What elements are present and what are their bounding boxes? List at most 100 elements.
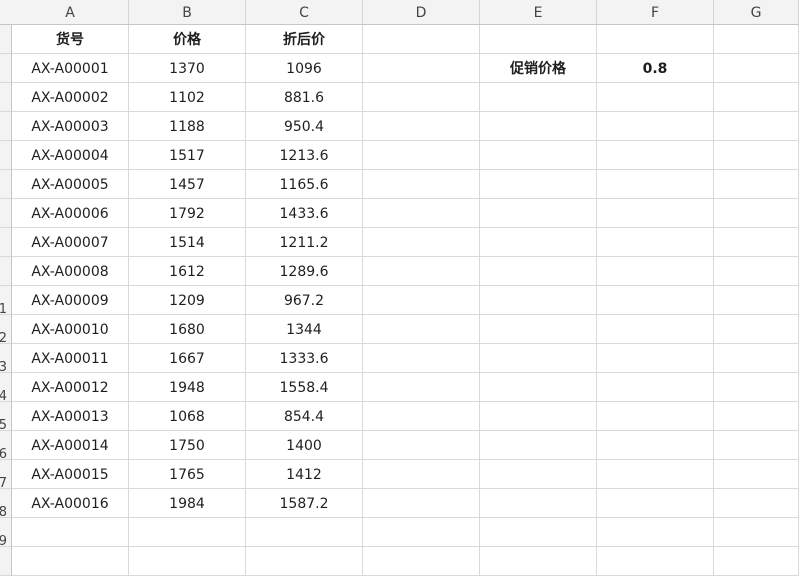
column-header-f[interactable]: F — [597, 0, 714, 24]
row-header-16[interactable]: 7 — [0, 460, 12, 489]
discounted-price-cell[interactable]: 1412 — [246, 460, 363, 489]
cell-f14[interactable] — [597, 402, 714, 431]
row-header-12[interactable]: 3 — [0, 344, 12, 373]
price-cell[interactable]: 1457 — [129, 170, 246, 199]
cell-f19[interactable] — [597, 547, 714, 576]
cell-f17[interactable] — [597, 489, 714, 518]
price-cell[interactable]: 1068 — [129, 402, 246, 431]
cell-g13[interactable] — [714, 373, 799, 402]
discounted-price-cell[interactable]: 1587.2 — [246, 489, 363, 518]
cell-e10[interactable] — [480, 286, 597, 315]
cell-f13[interactable] — [597, 373, 714, 402]
cell-g7[interactable] — [714, 199, 799, 228]
cell-d9[interactable] — [363, 257, 480, 286]
cell-e5[interactable] — [480, 141, 597, 170]
row-header-13[interactable]: 4 — [0, 373, 12, 402]
cell-f16[interactable] — [597, 460, 714, 489]
header-cell-sku[interactable]: 货号 — [12, 25, 129, 54]
cell-d8[interactable] — [363, 228, 480, 257]
cell-g6[interactable] — [714, 170, 799, 199]
sku-cell[interactable]: AX-A00016 — [12, 489, 129, 518]
price-cell[interactable]: 1984 — [129, 489, 246, 518]
cell-f15[interactable] — [597, 431, 714, 460]
discounted-price-cell[interactable]: 950.4 — [246, 112, 363, 141]
cell-f8[interactable] — [597, 228, 714, 257]
discounted-price-cell[interactable]: 854.4 — [246, 402, 363, 431]
cell-e3[interactable] — [480, 83, 597, 112]
discounted-price-cell[interactable]: 1289.6 — [246, 257, 363, 286]
price-cell[interactable]: 1370 — [129, 54, 246, 83]
discounted-price-cell[interactable]: 881.6 — [246, 83, 363, 112]
sku-cell[interactable]: AX-A00006 — [12, 199, 129, 228]
row-header-17[interactable]: 8 — [0, 489, 12, 518]
price-cell[interactable]: 1517 — [129, 141, 246, 170]
cell-g3[interactable] — [714, 83, 799, 112]
cell-a19[interactable] — [12, 547, 129, 576]
price-cell[interactable]: 1209 — [129, 286, 246, 315]
cell-g2[interactable] — [714, 54, 799, 83]
cell-e11[interactable] — [480, 315, 597, 344]
cell-g19[interactable] — [714, 547, 799, 576]
column-header-d[interactable]: D — [363, 0, 480, 24]
row-header-2[interactable] — [0, 54, 12, 83]
price-cell[interactable]: 1750 — [129, 431, 246, 460]
price-cell[interactable]: 1188 — [129, 112, 246, 141]
cell-e19[interactable] — [480, 547, 597, 576]
cell-e9[interactable] — [480, 257, 597, 286]
row-header-9[interactable] — [0, 257, 12, 286]
discounted-price-cell[interactable]: 1558.4 — [246, 373, 363, 402]
cell-f1[interactable] — [597, 25, 714, 54]
row-header-14[interactable]: 5 — [0, 402, 12, 431]
row-header-18[interactable]: 9 — [0, 518, 12, 547]
cell-g18[interactable] — [714, 518, 799, 547]
discounted-price-cell[interactable]: 1096 — [246, 54, 363, 83]
cell-f7[interactable] — [597, 199, 714, 228]
discounted-price-cell[interactable]: 967.2 — [246, 286, 363, 315]
header-cell-price[interactable]: 价格 — [129, 25, 246, 54]
row-header-19[interactable] — [0, 547, 12, 576]
cell-e13[interactable] — [480, 373, 597, 402]
sku-cell[interactable]: AX-A00014 — [12, 431, 129, 460]
cell-e16[interactable] — [480, 460, 597, 489]
cell-f3[interactable] — [597, 83, 714, 112]
cell-g12[interactable] — [714, 344, 799, 373]
sku-cell[interactable]: AX-A00008 — [12, 257, 129, 286]
cell-f12[interactable] — [597, 344, 714, 373]
sku-cell[interactable]: AX-A00005 — [12, 170, 129, 199]
row-header-10[interactable]: 1 — [0, 286, 12, 315]
cell-g15[interactable] — [714, 431, 799, 460]
cell-f9[interactable] — [597, 257, 714, 286]
discounted-price-cell[interactable]: 1213.6 — [246, 141, 363, 170]
cell-e1[interactable] — [480, 25, 597, 54]
cell-d10[interactable] — [363, 286, 480, 315]
cell-b19[interactable] — [129, 547, 246, 576]
discounted-price-cell[interactable]: 1165.6 — [246, 170, 363, 199]
sku-cell[interactable]: AX-A00007 — [12, 228, 129, 257]
cell-e6[interactable] — [480, 170, 597, 199]
sku-cell[interactable]: AX-A00013 — [12, 402, 129, 431]
cell-f5[interactable] — [597, 141, 714, 170]
cell-f10[interactable] — [597, 286, 714, 315]
price-cell[interactable]: 1667 — [129, 344, 246, 373]
cell-c19[interactable] — [246, 547, 363, 576]
row-header-6[interactable] — [0, 170, 12, 199]
cell-d11[interactable] — [363, 315, 480, 344]
sku-cell[interactable]: AX-A00011 — [12, 344, 129, 373]
price-cell[interactable]: 1102 — [129, 83, 246, 112]
cell-d14[interactable] — [363, 402, 480, 431]
sku-cell[interactable]: AX-A00010 — [12, 315, 129, 344]
cell-g1[interactable] — [714, 25, 799, 54]
price-cell[interactable]: 1948 — [129, 373, 246, 402]
cell-d6[interactable] — [363, 170, 480, 199]
cell-g11[interactable] — [714, 315, 799, 344]
discounted-price-cell[interactable]: 1333.6 — [246, 344, 363, 373]
column-header-c[interactable]: C — [246, 0, 363, 24]
cell-f18[interactable] — [597, 518, 714, 547]
discounted-price-cell[interactable]: 1400 — [246, 431, 363, 460]
cell-e15[interactable] — [480, 431, 597, 460]
cell-d7[interactable] — [363, 199, 480, 228]
row-header-11[interactable]: 2 — [0, 315, 12, 344]
header-cell-discounted[interactable]: 折后价 — [246, 25, 363, 54]
price-cell[interactable]: 1680 — [129, 315, 246, 344]
cell-e8[interactable] — [480, 228, 597, 257]
